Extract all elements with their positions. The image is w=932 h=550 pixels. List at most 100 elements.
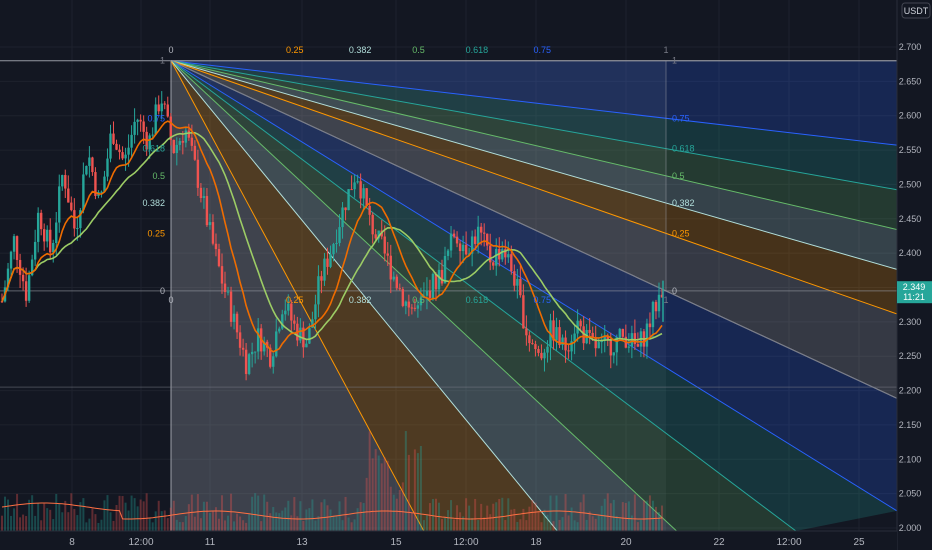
candle-body [9, 251, 13, 269]
x-tick-label: 20 [620, 537, 632, 548]
volume-bar [76, 515, 79, 531]
candle-body [618, 328, 622, 338]
candle-body [597, 342, 600, 349]
candle-body [55, 222, 58, 244]
y-tick-label: 2.200 [899, 386, 922, 396]
volume-bar [7, 499, 10, 531]
candle-body [365, 188, 368, 206]
volume-bar [573, 520, 576, 531]
volume-bar [447, 510, 450, 531]
x-tick-label: 12:00 [128, 537, 153, 548]
y-tick-label: 2.700 [899, 42, 922, 52]
candle-body [341, 207, 344, 228]
candle-body [232, 313, 236, 322]
candle-body [193, 145, 197, 160]
volume-bar [49, 509, 52, 531]
volume-bar [127, 510, 130, 531]
volume-bar [519, 519, 522, 531]
candle-body [36, 212, 40, 242]
volume-bar [335, 515, 338, 531]
candle-body [431, 273, 435, 298]
candle-body [461, 244, 465, 252]
volume-bar [124, 502, 127, 531]
volume-bar [275, 512, 278, 531]
volume-bar [537, 511, 540, 531]
volume-bar [513, 508, 516, 531]
fib-price-label-left: 0.75 [147, 113, 165, 123]
volume-bar [645, 500, 648, 531]
volume-bar [290, 515, 293, 531]
volume-bar [326, 505, 329, 531]
candle-body [314, 304, 317, 320]
volume-bar [172, 500, 175, 531]
volume-bar [217, 518, 220, 531]
volume-bar [278, 513, 281, 531]
volume-bar [245, 522, 248, 531]
volume-bar [109, 512, 112, 531]
candle-body [124, 154, 127, 159]
candle-body [332, 244, 335, 255]
candle-body [528, 335, 531, 344]
candle-body [458, 243, 462, 252]
fib-price-label-left: 0.5 [152, 171, 165, 181]
volume-bar [633, 494, 636, 531]
volume-bar [67, 512, 70, 531]
volume-bar [34, 515, 37, 531]
candle-body [235, 313, 239, 333]
volume-bar [600, 505, 603, 531]
candle-body [15, 236, 19, 260]
volume-bar [615, 515, 618, 531]
volume-bar [651, 500, 654, 531]
fib-time-label-lower: 0.382 [349, 295, 372, 305]
volume-bar [269, 513, 272, 531]
volume-bar [19, 517, 22, 531]
volume-bar [85, 522, 88, 531]
candle-body [196, 159, 200, 188]
volume-bar [112, 520, 115, 531]
candle-body [404, 301, 408, 306]
volume-bar [103, 500, 106, 531]
x-tick-label: 12:00 [453, 537, 478, 548]
candle-body [190, 137, 194, 146]
volume-bar [567, 515, 570, 531]
candle-body [657, 294, 661, 312]
candle-body [18, 259, 22, 275]
candle-body [329, 254, 332, 267]
candle-body [492, 262, 495, 266]
candle-body [476, 226, 480, 245]
volume-bar [272, 507, 275, 531]
volume-bar [501, 497, 504, 531]
candle-body [278, 328, 281, 332]
candle-body [82, 174, 85, 211]
volume-bar [347, 517, 350, 531]
candle-body [479, 226, 483, 233]
y-tick-label: 2.650 [899, 76, 922, 86]
volume-bar [121, 496, 124, 531]
volume-bar [97, 522, 100, 531]
volume-bar [130, 495, 133, 531]
candle-body [609, 339, 612, 356]
fib-fan-price-chart[interactable]: 110.750.750.6180.6180.50.50.3820.3820.25… [0, 0, 932, 550]
volume-bar [154, 511, 157, 531]
volume-bar [380, 463, 383, 531]
volume-bar [474, 498, 477, 531]
candle-body [130, 134, 133, 148]
volume-bar [471, 517, 474, 531]
fib-price-label-left: 0.382 [142, 198, 165, 208]
candle-body [70, 202, 73, 211]
candle-body [272, 356, 275, 367]
volume-bar [64, 500, 67, 531]
volume-bar [230, 493, 233, 531]
candle-body [238, 332, 242, 348]
volume-bar [227, 515, 230, 531]
candle-body [437, 269, 441, 290]
volume-bar [163, 510, 166, 531]
volume-bar [58, 503, 61, 531]
volume-bar [525, 520, 528, 531]
volume-bar [516, 521, 519, 531]
volume-bar [299, 501, 302, 531]
volume-bar [540, 522, 543, 531]
candle-body [654, 301, 658, 312]
candle-body [205, 196, 209, 226]
volume-bar [196, 494, 199, 531]
